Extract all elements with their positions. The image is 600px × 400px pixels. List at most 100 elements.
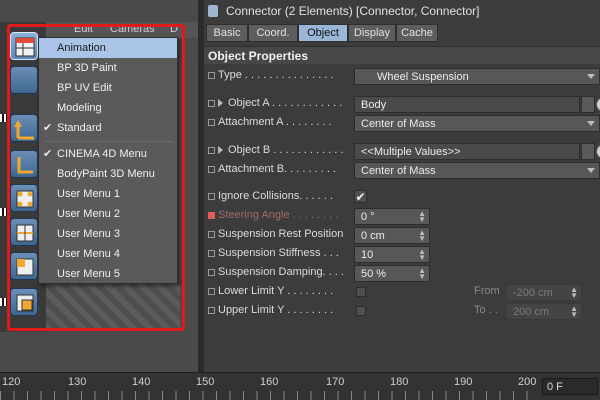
animate-bullet[interactable] — [208, 250, 215, 257]
object-a-menu-button[interactable] — [581, 96, 595, 113]
attachment-b-label: Attachment B. . . . . . . . . — [218, 163, 336, 175]
type-row: Type . . . . . . . . . . . . . . . Wheel… — [204, 67, 600, 86]
attribute-manager-title: Connector (2 Elements) [Connector, Conne… — [204, 0, 600, 22]
menu-item-bp-3d-paint[interactable]: BP 3D Paint — [39, 58, 177, 78]
points-icon[interactable] — [10, 184, 38, 212]
upper-limit-row: Upper Limit Y . . . . . . . . To . . 200… — [204, 302, 600, 321]
attachment-b-row: Attachment B. . . . . . . . . Center of … — [204, 161, 600, 180]
object-a-value: Body — [361, 99, 387, 111]
connector-icon — [208, 5, 218, 17]
upper-limit-checkbox[interactable] — [356, 306, 366, 316]
object-b-row: Object B . . . . . . . . . . . . <<Multi… — [204, 142, 600, 161]
object-a-link-field[interactable]: Body — [354, 96, 580, 113]
attachment-a-label: Attachment A . . . . . . . . — [218, 116, 332, 128]
menu-separator — [45, 141, 173, 142]
polygons-icon[interactable] — [10, 252, 38, 280]
viewport-menu-edit[interactable]: Edit — [74, 23, 93, 35]
menu-item-user-menu-4[interactable]: User Menu 4 — [39, 244, 177, 264]
viewport-menu-display[interactable]: D — [170, 23, 178, 35]
spinner-arrows-icon[interactable]: ▲ ▼ — [418, 229, 426, 243]
menu-item-label: User Menu 4 — [57, 248, 120, 260]
layout-dropdown-menu: Animation BP 3D Paint BP UV Edit Modelin… — [38, 37, 178, 284]
ignore-collisions-label: Ignore Collisions. . . . . . — [218, 190, 333, 202]
tab-display[interactable]: Display — [348, 24, 396, 42]
menu-item-label: Standard — [57, 122, 102, 134]
coordinate-icon[interactable] — [10, 150, 38, 178]
steering-angle-input[interactable]: 0 ° ▲ ▼ — [354, 208, 430, 225]
menu-item-label: User Menu 3 — [57, 228, 120, 240]
animate-bullet[interactable] — [208, 288, 215, 295]
menu-item-standard[interactable]: ✔ Standard — [39, 118, 177, 138]
expand-arrow-icon[interactable] — [218, 146, 223, 154]
attachment-b-dropdown[interactable]: Center of Mass — [354, 162, 600, 179]
chevron-down-icon — [587, 168, 595, 173]
animate-bullet[interactable] — [208, 147, 215, 154]
menu-item-user-menu-1[interactable]: User Menu 1 — [39, 184, 177, 204]
menu-item-cinema-4d-menu[interactable]: ✔ CINEMA 4D Menu — [39, 144, 177, 164]
suspension-rest-input[interactable]: 0 cm ▲ ▼ — [354, 227, 430, 244]
suspension-damping-row: Suspension Damping. . . . 50 % ▲ ▼ — [204, 264, 600, 283]
viewport-menu-cameras[interactable]: Cameras — [110, 23, 155, 35]
animate-bullet[interactable] — [208, 119, 215, 126]
tab-cache[interactable]: Cache — [396, 24, 438, 42]
object-b-menu-button[interactable] — [581, 143, 595, 160]
attachment-a-row: Attachment A . . . . . . . . Center of M… — [204, 114, 600, 133]
axis-icon[interactable] — [10, 114, 38, 142]
spinner-arrows-icon[interactable]: ▲ ▼ — [570, 286, 578, 300]
timeline-ruler[interactable]: 120 130 140 150 160 170 180 190 200 0 F — [0, 372, 600, 400]
upper-limit-to-value: 200 cm — [513, 306, 550, 318]
checkmark-icon: ✔ — [43, 122, 53, 134]
menu-item-bodypaint-3d-menu[interactable]: BodyPaint 3D Menu — [39, 164, 177, 184]
expand-arrow-icon[interactable] — [218, 99, 223, 107]
menu-item-animation[interactable]: Animation — [39, 38, 177, 58]
menu-item-user-menu-3[interactable]: User Menu 3 — [39, 224, 177, 244]
spinner-arrows-icon[interactable]: ▲ ▼ — [418, 210, 426, 224]
menu-item-user-menu-2[interactable]: User Menu 2 — [39, 204, 177, 224]
animate-bullet[interactable] — [208, 193, 215, 200]
viewport-menubar: Edit Cameras D — [46, 22, 202, 38]
suspension-stiffness-label: Suspension Stiffness . . . — [218, 247, 339, 259]
suspension-damping-input[interactable]: 50 % ▲ ▼ — [354, 265, 430, 282]
tab-object[interactable]: Object — [298, 24, 348, 42]
tab-basic[interactable]: Basic — [206, 24, 248, 42]
lower-limit-label: Lower Limit Y . . . . . . . . — [218, 285, 334, 297]
animate-bullet[interactable] — [208, 100, 215, 107]
lower-limit-from-input[interactable]: -200 cm ▲ ▼ — [506, 284, 582, 301]
menu-item-bp-uv-edit[interactable]: BP UV Edit — [39, 78, 177, 98]
animate-bullet[interactable] — [208, 72, 215, 79]
type-dropdown[interactable]: Wheel Suspension — [354, 68, 600, 85]
menu-item-modeling[interactable]: Modeling — [39, 98, 177, 118]
lower-limit-checkbox[interactable] — [356, 287, 366, 297]
timeline-tick-label: 130 — [68, 376, 87, 388]
ignore-collisions-checkbox[interactable]: ✔ — [354, 190, 367, 203]
animate-bullet[interactable] — [208, 231, 215, 238]
lower-limit-from-value: -200 cm — [513, 287, 553, 299]
animate-bullet[interactable] — [208, 166, 215, 173]
menu-item-label: BP UV Edit — [57, 82, 112, 94]
layout-icon[interactable] — [10, 32, 38, 60]
animate-bullet[interactable] — [208, 307, 215, 314]
menu-item-user-menu-5[interactable]: User Menu 5 — [39, 264, 177, 284]
edges-icon[interactable] — [10, 218, 38, 246]
uv-icon[interactable] — [10, 288, 38, 316]
animate-bullet[interactable] — [208, 269, 215, 276]
object-b-pick-icon[interactable] — [596, 144, 600, 159]
menu-item-label: BP 3D Paint — [57, 62, 117, 74]
current-frame-field[interactable]: 0 F — [542, 378, 598, 395]
spinner-arrows-icon[interactable]: ▲ ▼ — [570, 305, 578, 319]
attachment-a-dropdown[interactable]: Center of Mass — [354, 115, 600, 132]
tab-coord[interactable]: Coord. — [248, 24, 298, 42]
object-a-pick-icon[interactable] — [596, 97, 600, 112]
timeline-tick-label: 150 — [196, 376, 215, 388]
upper-limit-to-input[interactable]: 200 cm ▲ ▼ — [506, 303, 582, 320]
attachment-a-value: Center of Mass — [361, 118, 436, 130]
animate-bullet[interactable] — [208, 212, 215, 219]
spinner-arrows-icon[interactable]: ▲ ▼ — [418, 248, 426, 262]
suspension-stiffness-input[interactable]: 10 ▲ ▼ — [354, 246, 430, 263]
model-icon[interactable] — [10, 66, 38, 94]
menu-item-label: User Menu 1 — [57, 188, 120, 200]
menu-item-label: User Menu 2 — [57, 208, 120, 220]
object-b-link-field[interactable]: <<Multiple Values>> — [354, 143, 580, 160]
suspension-rest-value: 0 cm — [361, 230, 385, 242]
spinner-arrows-icon[interactable]: ▲ ▼ — [418, 267, 426, 281]
